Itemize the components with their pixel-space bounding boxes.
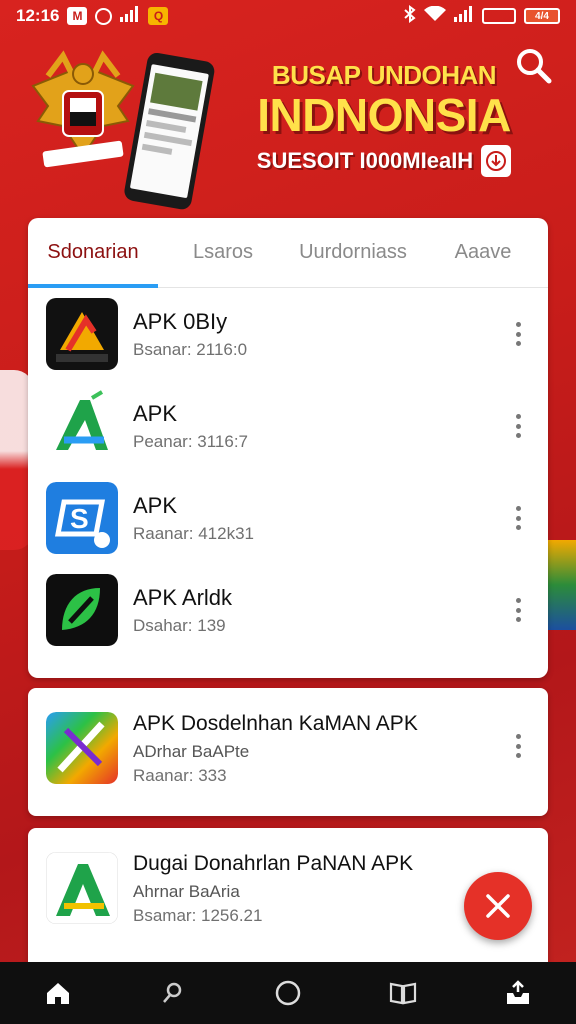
tab-sdonarian[interactable]: Sdonarian <box>28 218 158 287</box>
bottom-navigation <box>0 962 576 1024</box>
headline: BUSAP UNDOHAN INDNONSIA SUESOIT I000MIea… <box>234 60 534 177</box>
signal-icon <box>454 5 474 27</box>
more-options-icon[interactable] <box>508 318 528 350</box>
list-item[interactable]: APK Peanar: 3116:7 <box>28 380 548 472</box>
app-name: APK 0BIy <box>133 309 228 334</box>
list-item[interactable]: S APK Raanar: 412k31 <box>28 472 548 564</box>
battery-alt-icon: 4/4 <box>524 8 560 24</box>
inbox-icon <box>507 980 530 1004</box>
mail-icon: M <box>67 7 88 25</box>
app-meta: Raanar: 412k31 <box>133 524 254 543</box>
apk-logo-icon: S <box>46 482 118 554</box>
status-bar: 12:16 M Q 4/4 <box>0 0 576 32</box>
apk-logo-icon <box>46 390 118 462</box>
app-subtitle: ADrhar BaAPte <box>133 742 250 761</box>
stripe-decoration <box>546 540 576 630</box>
nav-circle-home[interactable] <box>268 973 308 1013</box>
tab-uurdorniass[interactable]: Uurdorniass <box>288 218 418 287</box>
circle-home-icon <box>275 980 301 1006</box>
app-name: Dugai Donahrlan PaNAN APK <box>133 852 414 875</box>
home-icon <box>46 983 69 1004</box>
apk-logo-icon <box>46 712 118 784</box>
battery-icon <box>482 8 516 24</box>
app-name: APK Arldk <box>133 585 233 610</box>
search-button[interactable] <box>514 46 554 86</box>
garuda-emblem-icon <box>28 46 138 176</box>
search-icon <box>162 982 182 1003</box>
more-options-icon[interactable] <box>508 594 528 626</box>
app-meta: Bsamar: 1256.21 <box>133 906 263 925</box>
app-meta: Bsanar: 2116:0 <box>133 340 248 359</box>
status-time: 12:16 <box>16 6 60 25</box>
app-meta: Peanar: 3116:7 <box>133 432 248 451</box>
close-icon <box>486 894 510 918</box>
app-notification-icon: Q <box>148 7 169 25</box>
nav-inbox[interactable] <box>498 973 538 1013</box>
app-name: APK <box>133 401 178 426</box>
notification-icon <box>95 7 113 25</box>
nav-search[interactable] <box>153 973 193 1013</box>
wifi-icon <box>424 5 446 27</box>
apk-logo-icon <box>46 298 118 370</box>
category-tabs: Sdonarian Lsaros Uurdorniass Aaave <box>28 218 548 288</box>
more-options-icon[interactable] <box>508 502 528 534</box>
download-badge-icon <box>481 145 512 177</box>
app-name: APK <box>133 493 178 518</box>
app-list-card: Sdonarian Lsaros Uurdorniass Aaave APK 0… <box>28 218 548 678</box>
list-item[interactable]: APK 0BIy Bsanar: 2116:0 <box>28 288 548 380</box>
apk-logo-icon <box>46 852 118 924</box>
headline-title: INDNONSIA <box>257 89 511 141</box>
app-name: APK Dosdelnhan KaMAN APK <box>133 712 418 735</box>
more-options-icon[interactable] <box>508 410 528 442</box>
featured-card[interactable]: APK Dosdelnhan KaMAN APK ADrhar BaAPte R… <box>28 688 548 816</box>
nav-home[interactable] <box>38 973 78 1013</box>
headline-subtitle-text: SUESOIT I000MIeaIH <box>256 148 474 173</box>
search-icon <box>517 49 552 84</box>
app-subtitle: Ahrnar BaAria <box>133 882 240 901</box>
tab-aaave[interactable]: Aaave <box>418 218 548 287</box>
app-meta: Dsahar: 139 <box>133 616 226 635</box>
header-banner: BUSAP UNDOHAN INDNONSIA SUESOIT I000MIea… <box>0 32 576 218</box>
book-icon <box>390 982 417 1005</box>
headline-subtitle: SUESOIT I000MIeaIH <box>256 145 512 177</box>
app-meta: Raanar: 333 <box>133 766 227 785</box>
nav-library[interactable] <box>383 973 423 1013</box>
headline-line1: BUSAP UNDOHAN <box>271 60 497 90</box>
tab-lsaros[interactable]: Lsaros <box>158 218 288 287</box>
close-button[interactable] <box>464 872 532 940</box>
apk-logo-icon <box>46 574 118 646</box>
signal-icon <box>120 5 140 27</box>
list-item[interactable]: APK Arldk Dsahar: 139 <box>28 564 548 656</box>
more-options-icon[interactable] <box>508 730 528 762</box>
bluetooth-icon <box>404 4 416 28</box>
svg-text:S: S <box>70 503 89 534</box>
